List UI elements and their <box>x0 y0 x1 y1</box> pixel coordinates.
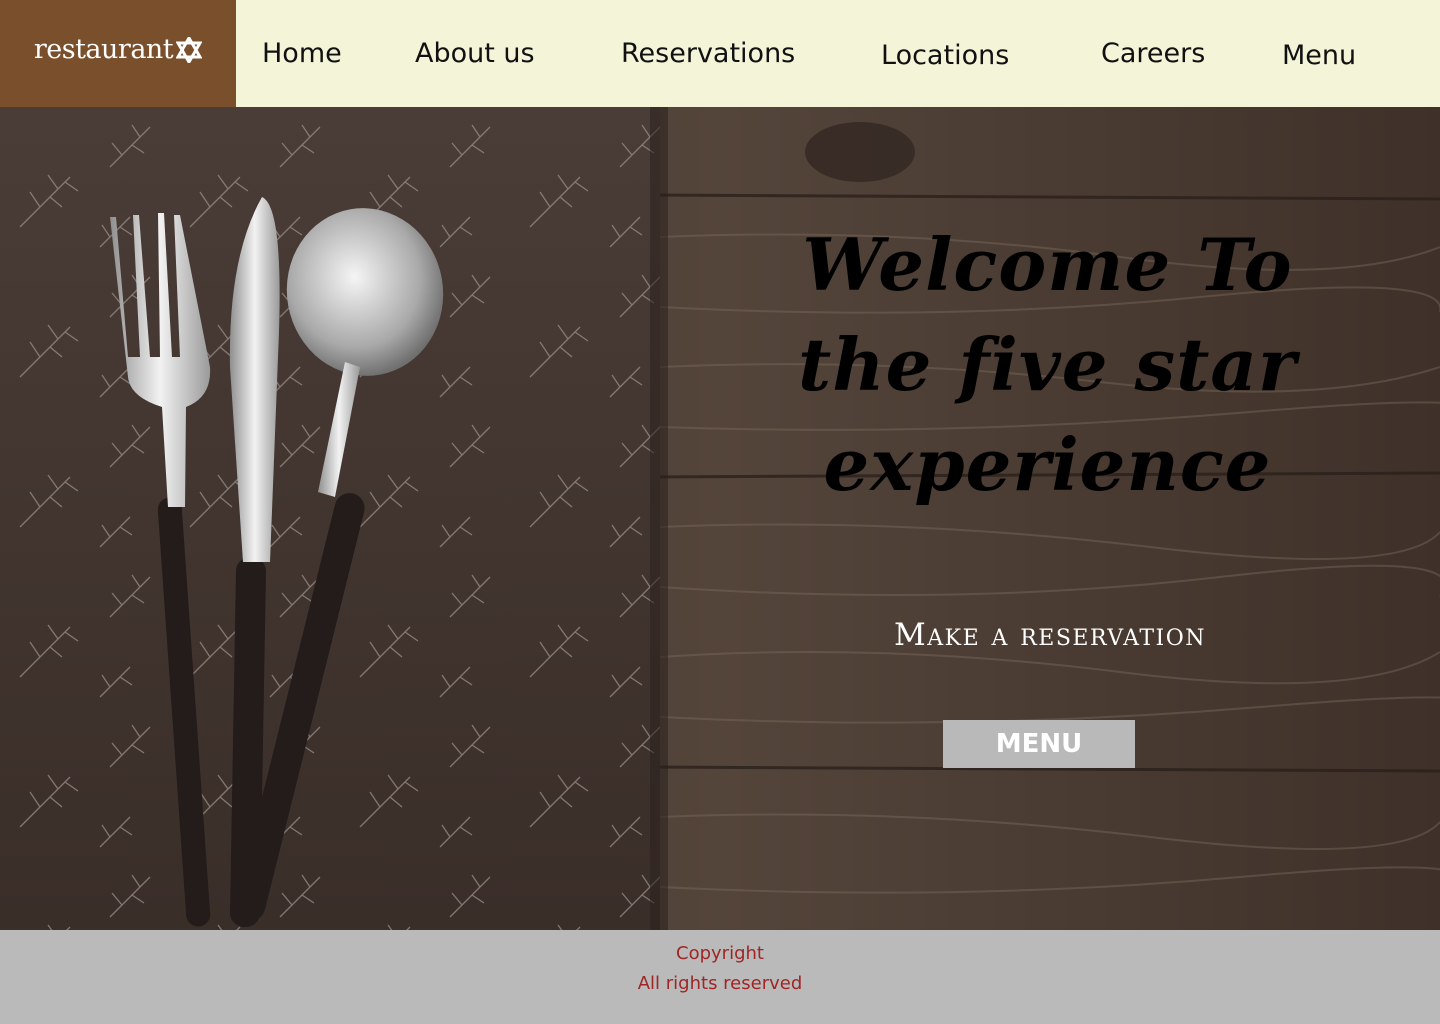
nav-reservations[interactable]: Reservations <box>621 38 795 69</box>
footer-copyright: Copyright <box>676 943 764 964</box>
nav-careers[interactable]: Careers <box>1101 38 1205 69</box>
logo[interactable]: restaurant <box>0 0 236 107</box>
footer-rights: All rights reserved <box>637 973 803 994</box>
logo-text: restaurant <box>33 34 174 65</box>
nav-home[interactable]: Home <box>262 38 342 69</box>
nav-menu[interactable]: Menu <box>1282 40 1356 71</box>
hero-section: Welcome To the five star experience Make… <box>0 107 1440 930</box>
make-reservation-link[interactable]: Make a reservation <box>850 617 1250 653</box>
nav-about-us[interactable]: About us <box>415 38 535 69</box>
hero-title: Welcome To the five star experience <box>798 222 1297 507</box>
menu-button[interactable]: MENU <box>943 720 1135 768</box>
star-of-david-icon <box>176 36 203 63</box>
navbar: restaurant Home About us Reservations Lo… <box>0 0 1440 107</box>
footer: Copyright All rights reserved <box>0 930 1440 1024</box>
nav-locations[interactable]: Locations <box>881 40 1009 71</box>
